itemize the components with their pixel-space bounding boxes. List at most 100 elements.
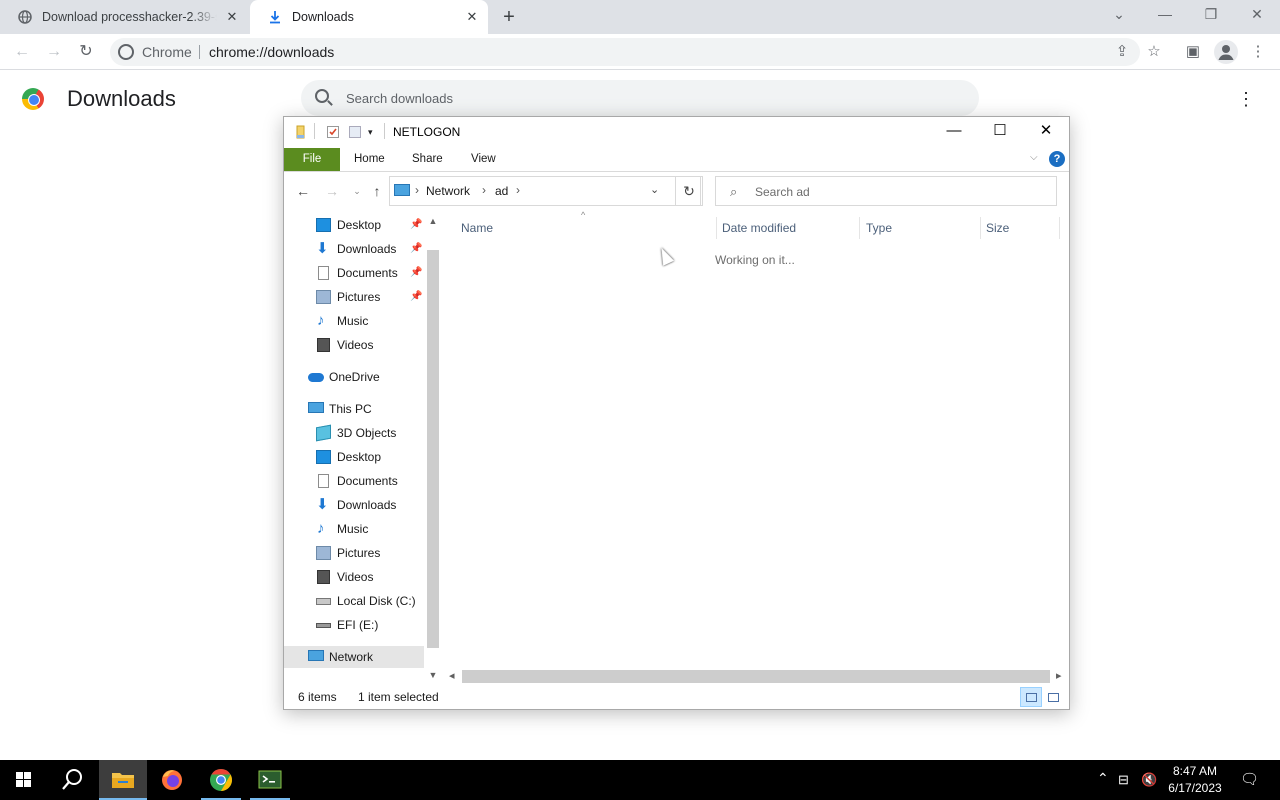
search-button[interactable] bbox=[48, 760, 96, 800]
profile-icon[interactable] bbox=[1214, 40, 1238, 64]
explorer-search-placeholder: Search ad bbox=[755, 185, 810, 199]
nav-item-downloads-pc[interactable]: ⬇ Downloads bbox=[284, 494, 424, 516]
ribbon-tab-file[interactable]: File bbox=[284, 148, 340, 171]
clock-date: 6/17/2023 bbox=[1168, 781, 1222, 795]
nav-item-this-pc[interactable]: This PC bbox=[284, 398, 424, 420]
chrome-menu-icon[interactable]: ⋮ bbox=[1248, 42, 1268, 62]
close-window-button[interactable]: ✕ bbox=[1234, 0, 1280, 30]
forward-icon[interactable]: → bbox=[42, 40, 66, 64]
restore-button[interactable]: ❐ bbox=[1188, 0, 1234, 30]
explorer-close-button[interactable]: ✕ bbox=[1023, 117, 1069, 147]
details-view-button[interactable] bbox=[1020, 687, 1042, 707]
scroll-thumb[interactable] bbox=[427, 250, 439, 648]
downloads-search-input[interactable]: Search downloads bbox=[301, 80, 979, 116]
explorer-minimize-button[interactable]: — bbox=[931, 117, 977, 147]
up-icon[interactable]: ↑ bbox=[368, 182, 386, 200]
close-tab-icon[interactable]: ✕ bbox=[224, 9, 240, 25]
scroll-down-icon[interactable]: ▼ bbox=[425, 670, 441, 680]
column-divider[interactable] bbox=[716, 217, 717, 239]
horizontal-scrollbar[interactable]: ◂ ▸ bbox=[444, 668, 1069, 685]
horizontal-scroll-thumb[interactable] bbox=[462, 670, 1050, 683]
properties-icon[interactable] bbox=[326, 125, 340, 139]
bookmark-star-icon[interactable]: ☆ bbox=[1144, 42, 1164, 62]
nav-item-network[interactable]: Network bbox=[284, 646, 424, 668]
nav-item-onedrive[interactable]: OneDrive bbox=[284, 366, 424, 388]
column-divider[interactable] bbox=[859, 217, 860, 239]
file-explorer-window: ▾ NETLOGON — ☐ ✕ File Home Share View ⌵ … bbox=[283, 116, 1070, 780]
page-title: Downloads bbox=[67, 86, 176, 111]
nav-item-3d-objects[interactable]: 3D Objects bbox=[284, 422, 424, 444]
nav-item-desktop-pc[interactable]: Desktop bbox=[284, 446, 424, 468]
omnibox[interactable]: Chrome chrome://downloads bbox=[110, 38, 1140, 66]
chevron-right-icon[interactable]: › bbox=[415, 183, 419, 197]
file-explorer-taskbar-button[interactable] bbox=[99, 760, 147, 800]
notifications-icon[interactable]: 🗨 bbox=[1240, 770, 1259, 788]
nav-item-pictures-pc[interactable]: Pictures bbox=[284, 542, 424, 564]
nav-item-videos-pc[interactable]: Videos bbox=[284, 566, 424, 588]
system-clock[interactable]: 8:47 AM 6/17/2023 bbox=[1160, 763, 1230, 797]
tab-search-icon[interactable]: ⌄ bbox=[1096, 0, 1142, 30]
recent-locations-icon[interactable]: ⌄ bbox=[348, 182, 366, 200]
new-folder-icon[interactable] bbox=[348, 125, 362, 139]
explorer-forward-icon[interactable]: → bbox=[323, 182, 341, 200]
terminal-taskbar-button[interactable] bbox=[246, 760, 294, 800]
scroll-left-icon[interactable]: ◂ bbox=[449, 668, 455, 685]
large-icons-view-button[interactable] bbox=[1042, 687, 1064, 707]
close-tab-icon[interactable]: ✕ bbox=[464, 9, 480, 25]
address-bar[interactable]: › Network › ad › ⌄ bbox=[389, 176, 701, 206]
volume-muted-icon[interactable]: 🔇 bbox=[1141, 772, 1157, 788]
column-divider[interactable] bbox=[1059, 217, 1060, 239]
nav-item-videos[interactable]: Videos bbox=[284, 334, 424, 356]
explorer-maximize-button[interactable]: ☐ bbox=[977, 117, 1023, 147]
back-icon[interactable]: ← bbox=[10, 40, 34, 64]
explorer-back-icon[interactable]: ← bbox=[294, 182, 312, 200]
chevron-right-icon[interactable]: › bbox=[482, 183, 486, 197]
column-header-type[interactable]: Type bbox=[866, 217, 892, 239]
column-header-name[interactable]: Name bbox=[461, 217, 493, 239]
scroll-up-icon[interactable]: ▲ bbox=[425, 216, 441, 226]
column-divider[interactable] bbox=[980, 217, 981, 239]
column-header-size[interactable]: Size bbox=[986, 217, 1009, 239]
minimize-button[interactable]: — bbox=[1142, 0, 1188, 30]
scroll-right-icon[interactable]: ▸ bbox=[1056, 668, 1062, 685]
breadcrumb-network[interactable]: Network bbox=[426, 184, 470, 198]
expand-ribbon-icon[interactable]: ⌵ bbox=[1030, 152, 1038, 163]
network-status-icon[interactable]: ⊟ bbox=[1118, 772, 1129, 788]
customize-qat-icon[interactable]: ▾ bbox=[368, 125, 382, 139]
nav-item-music-pc[interactable]: ♪ Music bbox=[284, 518, 424, 540]
new-tab-button[interactable]: + bbox=[498, 6, 520, 28]
site-info-icon[interactable] bbox=[118, 44, 134, 60]
refresh-icon[interactable]: ↻ bbox=[675, 176, 703, 206]
show-hidden-icons[interactable]: ⌃ bbox=[1097, 770, 1109, 787]
start-button[interactable] bbox=[0, 760, 48, 800]
nav-item-documents-pc[interactable]: Documents bbox=[284, 470, 424, 492]
ribbon-tab-share[interactable]: Share bbox=[398, 148, 457, 171]
nav-item-pictures[interactable]: Pictures 📌 bbox=[284, 286, 424, 308]
explorer-search-input[interactable]: ⌕ Search ad bbox=[715, 176, 1057, 206]
firefox-taskbar-button[interactable] bbox=[148, 760, 196, 800]
nav-item-desktop[interactable]: Desktop 📌 bbox=[284, 214, 424, 236]
nav-item-music[interactable]: ♪ Music bbox=[284, 310, 424, 332]
nav-scrollbar[interactable]: ▲ ▼ bbox=[425, 214, 441, 780]
column-header-date-modified[interactable]: Date modified bbox=[722, 217, 796, 239]
ribbon-tab-home[interactable]: Home bbox=[340, 148, 399, 171]
chrome-taskbar-button[interactable] bbox=[197, 760, 245, 800]
breadcrumb-ad[interactable]: ad bbox=[495, 184, 508, 198]
share-icon[interactable]: ⇪ bbox=[1112, 42, 1132, 62]
help-icon[interactable]: ? bbox=[1049, 151, 1065, 167]
tab-downloads[interactable]: Downloads ✕ bbox=[250, 0, 488, 34]
tab-processhacker[interactable]: Download processhacker-2.39-se ✕ bbox=[0, 0, 248, 34]
address-dropdown-icon[interactable]: ⌄ bbox=[650, 183, 659, 196]
avatar-icon bbox=[1218, 45, 1234, 60]
side-panel-icon[interactable]: ▣ bbox=[1183, 42, 1203, 62]
nav-item-efi[interactable]: EFI (E:) bbox=[284, 614, 424, 636]
more-actions-icon[interactable]: ⋮ bbox=[1236, 88, 1256, 110]
omnibox-url[interactable]: chrome://downloads bbox=[209, 44, 334, 60]
nav-item-documents[interactable]: Documents 📌 bbox=[284, 262, 424, 284]
nav-item-downloads[interactable]: ⬇ Downloads 📌 bbox=[284, 238, 424, 260]
nav-item-local-disk[interactable]: Local Disk (C:) bbox=[284, 590, 424, 612]
clock-time: 8:47 AM bbox=[1172, 764, 1218, 778]
ribbon-tab-view[interactable]: View bbox=[457, 148, 510, 171]
chevron-right-icon[interactable]: › bbox=[516, 183, 520, 197]
reload-icon[interactable]: ↻ bbox=[74, 40, 98, 64]
